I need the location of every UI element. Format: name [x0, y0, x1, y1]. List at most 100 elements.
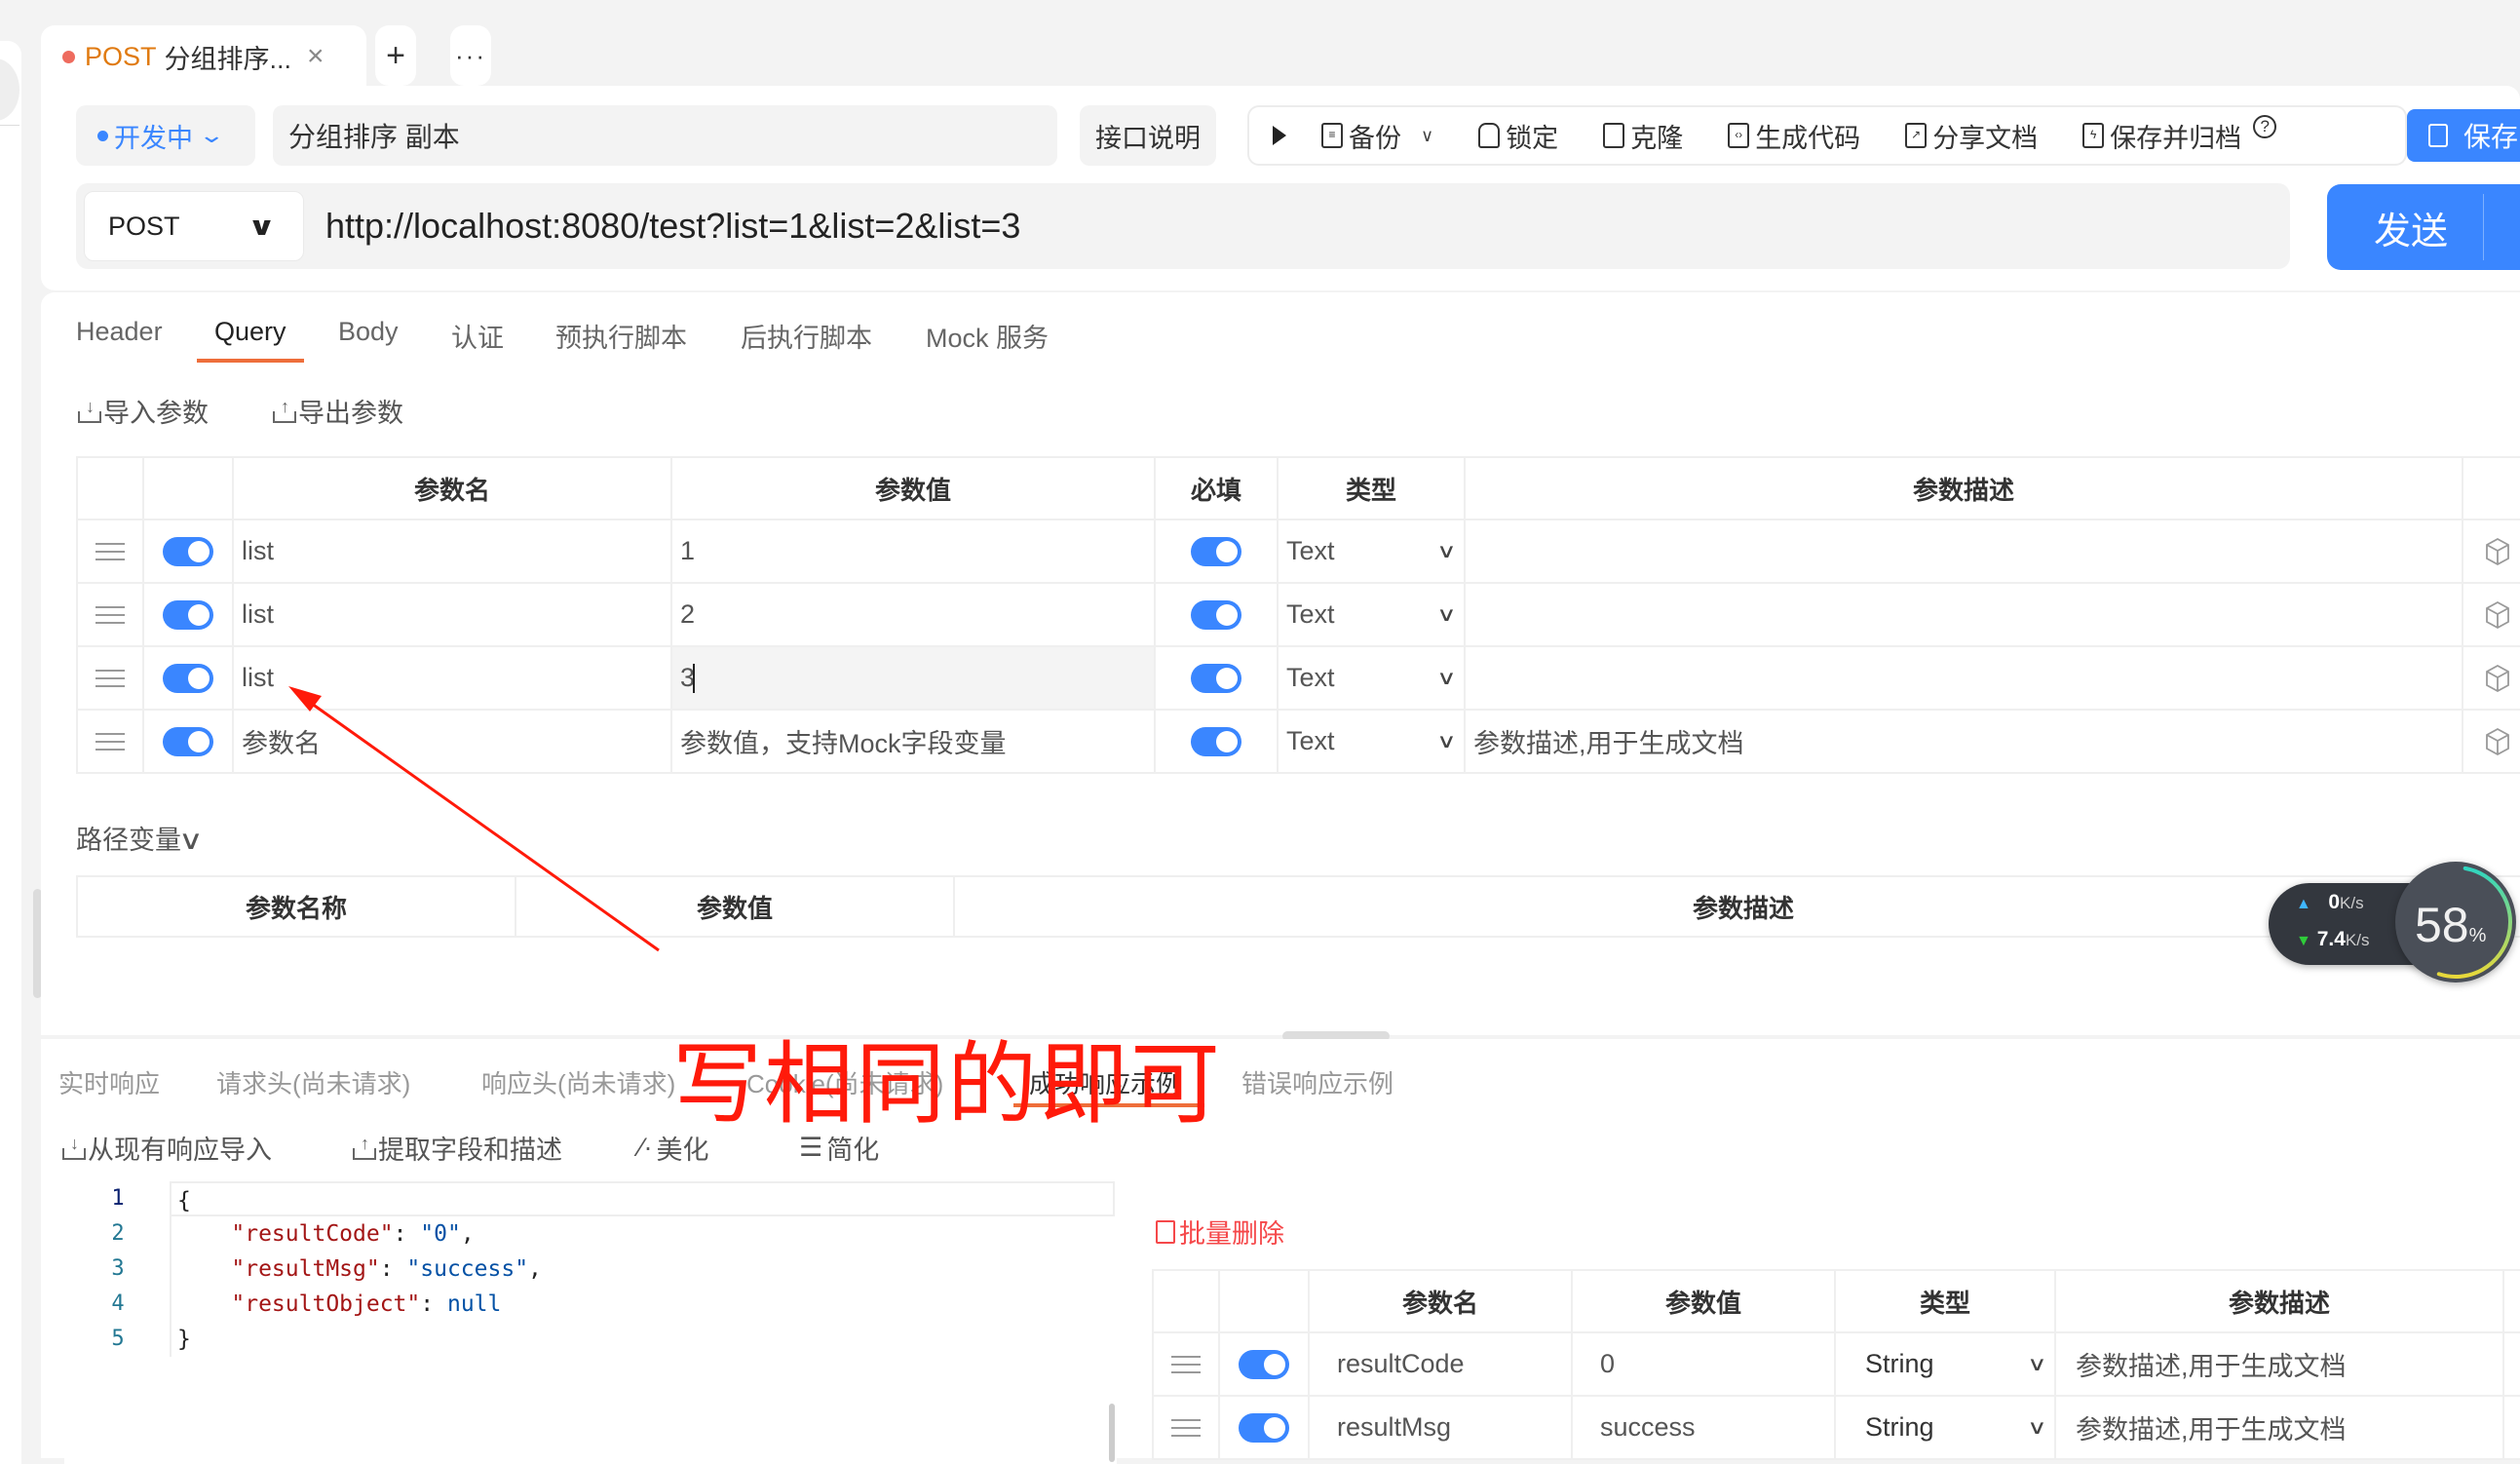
required-toggle[interactable] — [1191, 536, 1241, 566]
tab-live-response[interactable]: 实时响应 — [58, 1064, 160, 1100]
tab-post-script[interactable]: 后执行脚本 — [741, 317, 872, 355]
mock-cube-icon[interactable] — [2485, 537, 2510, 566]
clone-button[interactable]: 克隆 — [1603, 117, 1683, 155]
tab-header[interactable]: Header — [76, 317, 163, 347]
add-tab-button[interactable]: + — [375, 25, 416, 86]
enable-toggle[interactable] — [163, 599, 213, 630]
field-value-cell[interactable]: 0 — [1571, 1331, 1836, 1397]
param-desc-cell[interactable] — [1464, 645, 2463, 711]
enable-toggle[interactable] — [163, 536, 213, 566]
code-line[interactable]: } — [172, 1322, 1115, 1357]
drag-handle-icon[interactable] — [95, 669, 125, 687]
chevron-down-icon[interactable]: ∨ — [1421, 126, 1433, 146]
tab-response-headers[interactable]: 响应头(尚未请求) — [481, 1064, 675, 1100]
lock-button[interactable]: 锁定 — [1478, 117, 1558, 155]
close-icon[interactable]: × — [307, 40, 325, 73]
param-value-cell[interactable]: 2 — [670, 582, 1156, 647]
drag-handle-icon[interactable] — [95, 605, 125, 624]
tab-error-example[interactable]: 错误响应示例 — [1241, 1064, 1394, 1100]
row-action-cell[interactable] — [2502, 1395, 2520, 1460]
backup-button[interactable]: ≡ 备份 ∨ — [1321, 117, 1433, 155]
api-doc-button[interactable]: 接口说明 — [1080, 105, 1216, 166]
type-select[interactable]: Text ∨ — [1286, 663, 1464, 693]
param-desc-cell[interactable] — [1464, 519, 2463, 584]
type-select[interactable]: String ∨ — [1865, 1412, 2054, 1443]
import-from-response-button[interactable]: ↓ 从现有响应导入 — [62, 1129, 272, 1167]
code-line[interactable]: "resultObject": null — [172, 1287, 1115, 1322]
param-desc-cell[interactable] — [1464, 582, 2463, 647]
save-archive-button[interactable]: ϟ 保存并归档 — [2082, 117, 2241, 155]
drag-handle-icon[interactable] — [1171, 1355, 1201, 1373]
path-variables-label: 路径变量 — [76, 826, 181, 855]
tab-body[interactable]: Body — [338, 317, 399, 347]
tab-auth[interactable]: 认证 — [451, 317, 504, 355]
enable-toggle[interactable] — [1239, 1349, 1289, 1379]
editor-scrollbar[interactable] — [1109, 1404, 1115, 1462]
field-desc-placeholder[interactable]: 参数描述,用于生成文档 — [2054, 1331, 2504, 1397]
sidebar-avatar[interactable] — [0, 58, 19, 121]
enable-toggle[interactable] — [163, 726, 213, 756]
code-area[interactable]: { "resultCode": "0", "resultMsg": "succe… — [170, 1181, 1115, 1357]
field-name-cell[interactable]: resultCode — [1308, 1331, 1573, 1397]
param-name-cell[interactable]: list — [232, 645, 672, 711]
required-toggle[interactable] — [1191, 663, 1241, 693]
drag-handle-icon[interactable] — [1171, 1418, 1201, 1437]
save-button[interactable]: 保存 — [2407, 109, 2520, 162]
mock-cube-icon[interactable] — [2485, 664, 2510, 693]
url-input[interactable] — [325, 183, 2177, 269]
api-name-input[interactable] — [273, 105, 1057, 166]
mock-cube-icon[interactable] — [2485, 600, 2510, 630]
field-value-cell[interactable]: success — [1571, 1395, 1836, 1460]
extract-fields-button[interactable]: ↑ 提取字段和描述 — [353, 1129, 562, 1167]
bulk-delete-button[interactable]: 批量删除 — [1156, 1213, 1284, 1251]
row-action-cell[interactable] — [2502, 1331, 2520, 1397]
json-value: "0" — [420, 1221, 461, 1247]
run-icon[interactable] — [1273, 126, 1286, 145]
mock-cube-icon[interactable] — [2485, 727, 2510, 756]
type-select[interactable]: Text ∨ — [1286, 536, 1464, 566]
enable-toggle[interactable] — [163, 663, 213, 693]
network-monitor-widget[interactable]: ▲ 0K/s ▼ 7.4K/s 58% — [2269, 862, 2520, 982]
param-value-cell-editing[interactable]: 3 — [670, 645, 1156, 711]
type-select[interactable]: String ∨ — [1865, 1349, 2054, 1379]
export-params-button[interactable]: ↑ 导出参数 — [273, 392, 403, 430]
status-dropdown[interactable]: 开发中 ⌄ — [76, 105, 255, 166]
param-name-placeholder[interactable]: 参数名 — [232, 709, 672, 774]
required-toggle[interactable] — [1191, 599, 1241, 630]
more-tabs-button[interactable]: ··· — [450, 25, 491, 86]
drag-handle-icon[interactable] — [95, 732, 125, 751]
param-value-cell[interactable]: 1 — [670, 519, 1156, 584]
drag-handle-icon[interactable] — [95, 542, 125, 560]
enable-toggle[interactable] — [1239, 1412, 1289, 1443]
send-button[interactable]: 发送 — [2327, 184, 2520, 270]
query-params-table: 参数名 参数值 必填 类型 参数描述 list 1 Text ∨ list 2 T… — [76, 456, 2520, 774]
type-select[interactable]: Text ∨ — [1286, 599, 1464, 630]
param-value-placeholder[interactable]: 参数值，支持Mock字段变量 — [670, 709, 1156, 774]
param-desc-placeholder[interactable]: 参数描述,用于生成文档 — [1464, 709, 2463, 774]
tab-mock-service[interactable]: Mock 服务 — [926, 317, 1049, 355]
share-doc-button[interactable]: ↗ 分享文档 — [1905, 117, 2038, 155]
tab-request-headers[interactable]: 请求头(尚未请求) — [216, 1064, 410, 1100]
param-name-cell[interactable]: list — [232, 582, 672, 647]
code-line[interactable]: "resultMsg": "success", — [172, 1252, 1115, 1287]
path-variables-toggle[interactable]: 路径变量∨ — [76, 819, 204, 857]
code-line[interactable]: "resultCode": "0", — [172, 1216, 1115, 1252]
field-desc-placeholder[interactable]: 参数描述,用于生成文档 — [2054, 1395, 2504, 1460]
line-number: 4 — [111, 1291, 125, 1316]
required-toggle[interactable] — [1191, 726, 1241, 756]
generate-code-button[interactable]: ‹› 生成代码 — [1728, 117, 1860, 155]
request-tab[interactable]: POST 分组排序... × — [41, 25, 366, 88]
table-header-row: 参数名 参数值 类型 参数描述 — [1152, 1269, 2520, 1333]
field-name-cell[interactable]: resultMsg — [1308, 1395, 1573, 1460]
json-editor[interactable]: 1 2 3 4 5 { "resultCode": "0", "resultMs… — [64, 1181, 1117, 1464]
tab-pre-script[interactable]: 预执行脚本 — [555, 317, 687, 355]
tab-query[interactable]: Query — [214, 317, 286, 347]
help-icon[interactable]: ? — [2253, 115, 2277, 138]
code-line[interactable]: { — [172, 1181, 1115, 1216]
method-select[interactable]: POST ∨ — [84, 191, 304, 261]
import-params-button[interactable]: ↓ 导入参数 — [78, 392, 209, 430]
archive-icon: ϟ — [2082, 123, 2105, 148]
param-name-cell[interactable]: list — [232, 519, 672, 584]
download-unit: K/s — [2345, 931, 2370, 949]
type-select[interactable]: Text ∨ — [1286, 726, 1464, 756]
